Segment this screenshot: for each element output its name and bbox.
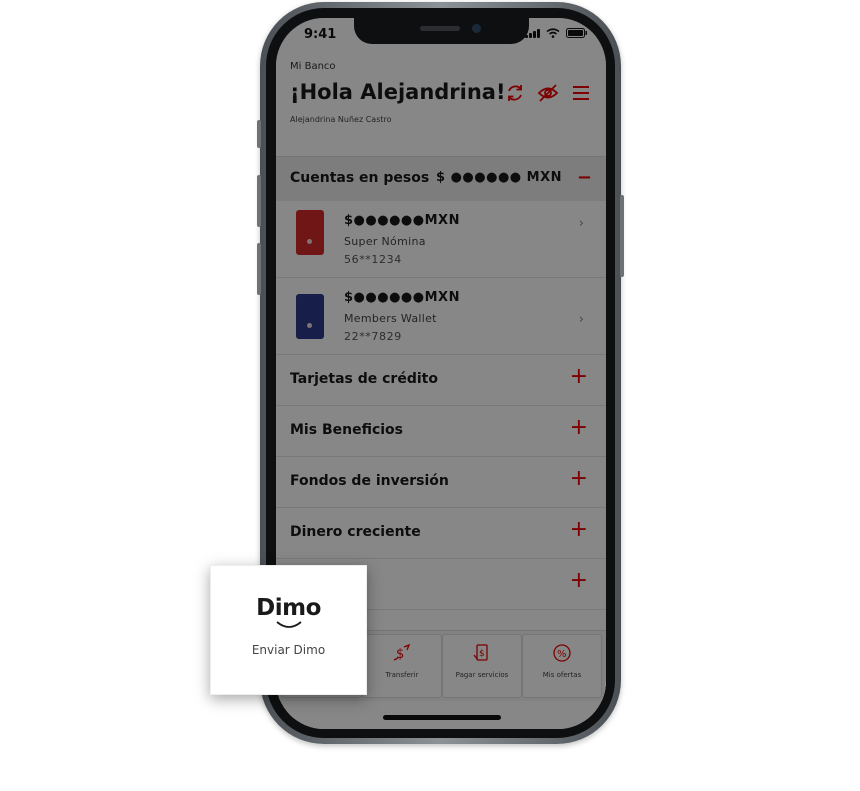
send-dimo-label: Enviar Dimo bbox=[251, 643, 326, 657]
notch bbox=[354, 18, 529, 44]
phone-side-button bbox=[257, 120, 261, 148]
phone-side-button bbox=[257, 243, 261, 295]
speaker bbox=[420, 26, 460, 31]
front-camera bbox=[472, 24, 481, 33]
dimo-popup-card[interactable]: Dimo Enviar Dimo bbox=[210, 565, 367, 695]
dimo-logo: Dimo bbox=[256, 595, 321, 621]
phone-side-button bbox=[257, 175, 261, 227]
dimo-smile-icon bbox=[276, 621, 302, 628]
phone-side-button bbox=[620, 195, 624, 277]
